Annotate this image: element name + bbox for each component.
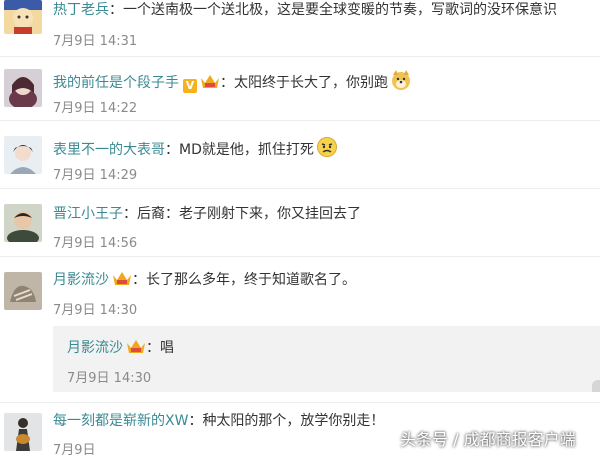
comment-separator: ： <box>220 75 234 91</box>
divider <box>0 56 600 57</box>
username-link[interactable]: 热丁老兵 <box>53 2 109 18</box>
comment-text: MD就是他，抓住打死 <box>179 142 314 158</box>
comment-line: 晋江小王子：后裔：老子刚射下来，你又挂回去了 <box>53 204 361 224</box>
username-link[interactable]: 晋江小王子 <box>53 206 123 222</box>
comment-text: 种太阳的那个，放学你别走！ <box>202 413 385 429</box>
username-link[interactable]: 每一刻都是崭新的XW <box>53 413 188 429</box>
divider <box>0 120 600 121</box>
divider <box>0 188 600 189</box>
comment-text: 后裔：老子刚射下来，你又挂回去了 <box>137 206 361 222</box>
comment-time[interactable]: 7月9日 14:29 <box>53 164 137 183</box>
username-link[interactable]: 表里不一的大表哥 <box>53 142 165 158</box>
comment-time[interactable]: 7月9日 14:30 <box>53 299 137 318</box>
avatar[interactable] <box>4 0 42 34</box>
reply-separator: ： <box>146 340 160 356</box>
comment-line: 热丁老兵：一个送南极一个送北极，这是要全球变暖的节奏，写歌词的没环保意识 <box>53 0 557 20</box>
username-link[interactable]: 月影流沙 <box>53 272 109 288</box>
reply-username-link[interactable]: 月影流沙 <box>67 340 123 356</box>
divider <box>0 256 600 257</box>
vip-crown-icon <box>112 270 132 292</box>
comment-text: 一个送南极一个送北极，这是要全球变暖的节奏，写歌词的没环保意识 <box>123 2 557 18</box>
reply-time[interactable]: 7月9日 14:30 <box>67 367 151 386</box>
comment-time[interactable]: 7月9日 <box>53 439 96 458</box>
comment-separator: ： <box>188 413 203 429</box>
comment-separator: ： <box>132 272 146 288</box>
divider <box>0 402 600 403</box>
comment-separator: ： <box>165 142 179 158</box>
comment-time[interactable]: 7月9日 14:31 <box>53 30 137 49</box>
comment-line: 月影流沙 ：长了那么多年，终于知道歌名了。 <box>53 270 356 292</box>
verified-v-icon: V <box>183 79 197 93</box>
comment-separator: ： <box>109 2 123 18</box>
comment-line: 每一刻都是崭新的XW：种太阳的那个，放学你别走！ <box>53 411 384 431</box>
reply-text: 唱 <box>160 340 174 356</box>
avatar[interactable] <box>4 204 42 242</box>
comment-text: 长了那么多年，终于知道歌名了。 <box>146 272 356 288</box>
avatar[interactable] <box>4 136 42 174</box>
comment-line: 表里不一的大表哥：MD就是他，抓住打死 <box>53 136 338 164</box>
username-link[interactable]: 我的前任是个段子手 <box>53 75 179 91</box>
vip-crown-icon <box>126 338 146 360</box>
comment-text: 太阳终于长大了，你别跑 <box>234 75 388 91</box>
comment-time[interactable]: 7月9日 14:22 <box>53 97 137 116</box>
angry-face-emoji-icon <box>316 136 338 164</box>
comment-separator: ： <box>123 206 137 222</box>
avatar[interactable] <box>4 69 42 107</box>
avatar[interactable] <box>4 413 42 451</box>
comment-time[interactable]: 7月9日 14:56 <box>53 232 137 251</box>
watermark: 头条号 / 成都商报客户端 <box>400 430 576 449</box>
vip-crown-icon <box>200 73 220 95</box>
reply-box: 月影流沙 ：唱 7月9日 14:30 <box>53 326 600 392</box>
doge-emoji-icon <box>390 69 412 97</box>
avatar[interactable] <box>4 272 42 310</box>
reply-line: 月影流沙 ：唱 <box>67 338 174 360</box>
comment-line: 我的前任是个段子手 V ：太阳终于长大了，你别跑 <box>53 69 412 97</box>
reply-corner-tab <box>592 380 600 392</box>
